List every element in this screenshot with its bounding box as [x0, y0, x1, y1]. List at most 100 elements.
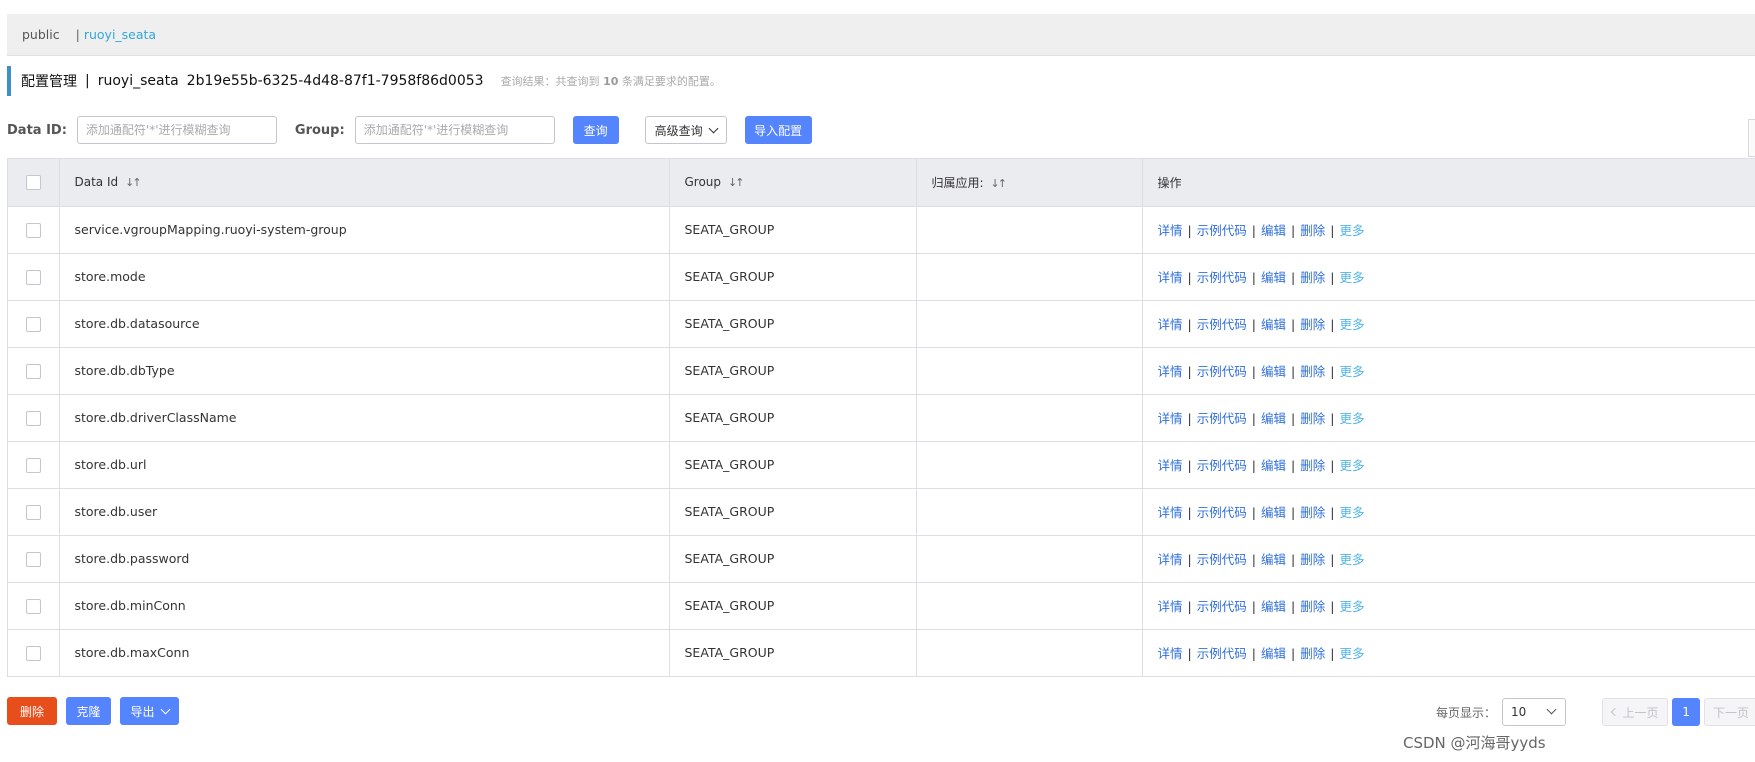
- detail-link[interactable]: 详情: [1158, 411, 1183, 426]
- row-checkbox[interactable]: [25, 504, 41, 520]
- more-link[interactable]: 更多: [1339, 552, 1364, 567]
- import-config-button[interactable]: 导入配置: [744, 116, 812, 144]
- namespace-ruoyi-seata[interactable]: ruoyi_seata: [84, 27, 156, 42]
- sort-icon[interactable]: ↓↑: [125, 176, 142, 189]
- more-link[interactable]: 更多: [1339, 270, 1364, 285]
- app-cell: [916, 394, 1143, 442]
- group-cell: SEATA_GROUP: [669, 535, 917, 583]
- page-title: 配置管理: [21, 74, 77, 90]
- ops-separator: |: [1330, 411, 1335, 426]
- detail-link[interactable]: 详情: [1158, 317, 1183, 332]
- pagination: 每页显示： 10 上一页 1 下一页: [1436, 697, 1755, 727]
- delete-link[interactable]: 删除: [1300, 317, 1325, 332]
- row-checkbox[interactable]: [25, 551, 41, 567]
- table-row: store.db.password SEATA_GROUP 详情 | 示例代码 | 编辑 | 删…: [8, 535, 1755, 583]
- detail-link[interactable]: 详情: [1158, 505, 1183, 520]
- per-page-select[interactable]: 10: [1502, 698, 1567, 726]
- row-checkbox[interactable]: [25, 598, 41, 614]
- next-page-button[interactable]: 下一页: [1704, 698, 1755, 726]
- delete-link[interactable]: 删除: [1300, 223, 1325, 238]
- data-id-label: Data ID:: [7, 122, 67, 138]
- detail-link[interactable]: 详情: [1158, 364, 1183, 379]
- search-bar: Data ID: Group: 查询 高级查询 导入配置: [7, 115, 812, 145]
- edit-link[interactable]: 编辑: [1261, 270, 1286, 285]
- sample-code-link[interactable]: 示例代码: [1197, 552, 1247, 567]
- detail-link[interactable]: 详情: [1158, 223, 1183, 238]
- page-1-button[interactable]: 1: [1672, 698, 1701, 726]
- more-link[interactable]: 更多: [1339, 646, 1364, 661]
- prev-page-button[interactable]: 上一页: [1602, 698, 1669, 726]
- delete-link[interactable]: 删除: [1300, 552, 1325, 567]
- detail-link[interactable]: 详情: [1158, 458, 1183, 473]
- group-cell: SEATA_GROUP: [669, 441, 917, 489]
- row-checkbox[interactable]: [25, 269, 41, 285]
- edit-link[interactable]: 编辑: [1261, 411, 1286, 426]
- column-app[interactable]: 归属应用: ↓↑: [916, 159, 1143, 207]
- delete-link[interactable]: 删除: [1300, 599, 1325, 614]
- chevron-down-icon: [708, 123, 719, 133]
- more-link[interactable]: 更多: [1339, 458, 1364, 473]
- header-checkbox-cell: [8, 159, 60, 207]
- row-checkbox[interactable]: [25, 457, 41, 473]
- sample-code-link[interactable]: 示例代码: [1197, 270, 1247, 285]
- column-group[interactable]: Group ↓↑: [669, 159, 917, 207]
- detail-link[interactable]: 详情: [1158, 599, 1183, 614]
- data-id-input[interactable]: [76, 116, 277, 144]
- sort-icon[interactable]: ↓↑: [728, 176, 745, 189]
- detail-link[interactable]: 详情: [1158, 646, 1183, 661]
- edit-link[interactable]: 编辑: [1261, 552, 1286, 567]
- more-link[interactable]: 更多: [1339, 364, 1364, 379]
- row-checkbox-cell: [8, 582, 60, 630]
- row-checkbox[interactable]: [25, 316, 41, 332]
- sample-code-link[interactable]: 示例代码: [1197, 317, 1247, 332]
- edit-link[interactable]: 编辑: [1261, 364, 1286, 379]
- row-checkbox-cell: [8, 347, 60, 395]
- table-row: store.db.minConn SEATA_GROUP 详情 | 示例代码 | 编辑 | 删除…: [8, 582, 1755, 630]
- export-button[interactable]: 导出: [120, 697, 179, 725]
- more-link[interactable]: 更多: [1339, 599, 1364, 614]
- sample-code-link[interactable]: 示例代码: [1197, 599, 1247, 614]
- more-link[interactable]: 更多: [1339, 411, 1364, 426]
- delete-link[interactable]: 删除: [1300, 411, 1325, 426]
- delete-link[interactable]: 删除: [1300, 270, 1325, 285]
- result-prefix: 查询结果：共查询到: [500, 75, 600, 88]
- sample-code-link[interactable]: 示例代码: [1197, 411, 1247, 426]
- more-link[interactable]: 更多: [1339, 223, 1364, 238]
- group-input[interactable]: [354, 116, 555, 144]
- side-panel-tab[interactable]: [1748, 119, 1755, 157]
- edit-link[interactable]: 编辑: [1261, 599, 1286, 614]
- batch-delete-button[interactable]: 删除: [7, 697, 57, 725]
- edit-link[interactable]: 编辑: [1261, 505, 1286, 520]
- row-checkbox[interactable]: [25, 410, 41, 426]
- detail-link[interactable]: 详情: [1158, 552, 1183, 567]
- advanced-query-button[interactable]: 高级查询: [644, 116, 727, 144]
- clone-button[interactable]: 克隆: [66, 697, 111, 725]
- sample-code-link[interactable]: 示例代码: [1197, 364, 1247, 379]
- select-all-checkbox[interactable]: [25, 174, 41, 190]
- sample-code-link[interactable]: 示例代码: [1197, 646, 1247, 661]
- sample-code-link[interactable]: 示例代码: [1197, 458, 1247, 473]
- ops-separator: |: [1251, 552, 1256, 567]
- more-link[interactable]: 更多: [1339, 317, 1364, 332]
- detail-link[interactable]: 详情: [1158, 270, 1183, 285]
- row-checkbox[interactable]: [25, 363, 41, 379]
- namespace-public[interactable]: public: [22, 27, 60, 42]
- app-cell: [916, 300, 1143, 348]
- delete-link[interactable]: 删除: [1300, 364, 1325, 379]
- sort-icon[interactable]: ↓↑: [991, 177, 1008, 190]
- delete-link[interactable]: 删除: [1300, 458, 1325, 473]
- more-link[interactable]: 更多: [1339, 505, 1364, 520]
- edit-link[interactable]: 编辑: [1261, 458, 1286, 473]
- ops-cell: 详情 | 示例代码 | 编辑 | 删除 | 更多: [1142, 582, 1755, 630]
- edit-link[interactable]: 编辑: [1261, 317, 1286, 332]
- sample-code-link[interactable]: 示例代码: [1197, 223, 1247, 238]
- edit-link[interactable]: 编辑: [1261, 646, 1286, 661]
- sample-code-link[interactable]: 示例代码: [1197, 505, 1247, 520]
- row-checkbox[interactable]: [25, 222, 41, 238]
- query-button[interactable]: 查询: [572, 116, 619, 144]
- delete-link[interactable]: 删除: [1300, 505, 1325, 520]
- row-checkbox[interactable]: [25, 645, 41, 661]
- edit-link[interactable]: 编辑: [1261, 223, 1286, 238]
- column-data-id[interactable]: Data Id ↓↑: [59, 159, 670, 207]
- delete-link[interactable]: 删除: [1300, 646, 1325, 661]
